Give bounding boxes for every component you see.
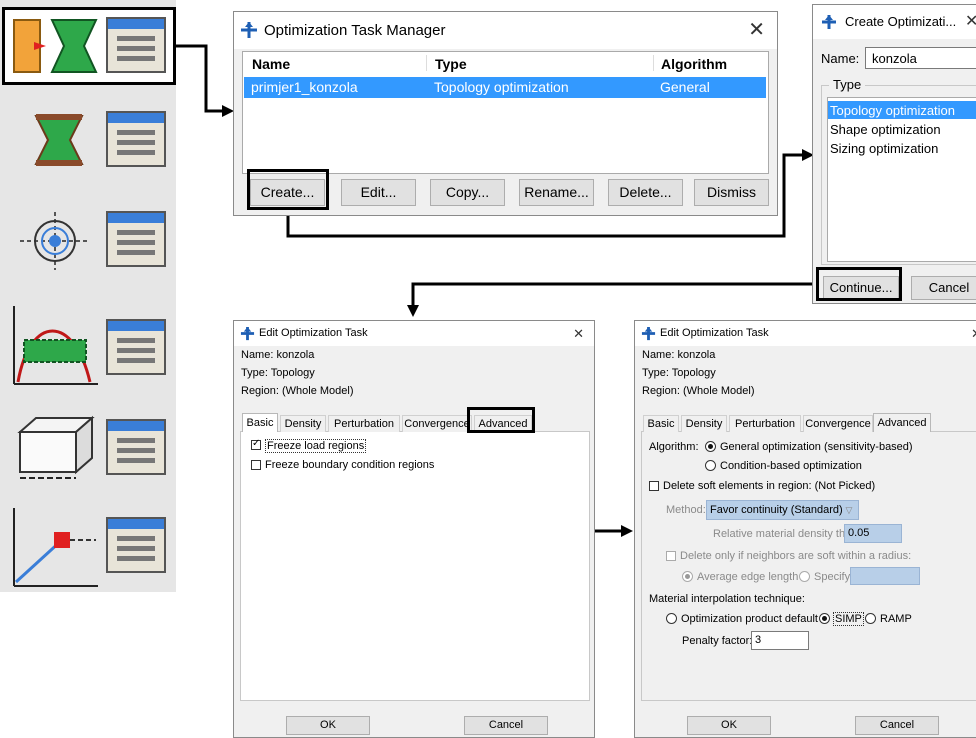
close-icon[interactable]: ✕: [965, 5, 976, 39]
delete-button[interactable]: Delete...: [608, 179, 683, 206]
name-label: Name:: [821, 51, 860, 66]
type-list: Topology optimization Shape optimization…: [827, 97, 976, 262]
row-algorithm: General: [660, 79, 710, 95]
method-label: Method:: [666, 504, 706, 516]
task-type: Type: Topology: [241, 367, 315, 379]
algo-general-label: General optimization (sensitivity-based): [720, 441, 913, 453]
interp-label: Material interpolation technique:: [649, 593, 805, 605]
app-icon: [240, 326, 255, 346]
task-table: Name Type Algorithm primjer1_konzola Top…: [242, 51, 769, 174]
window-title: Optimization Task Manager: [264, 22, 446, 39]
freeze-load-checkbox[interactable]: ✓: [251, 438, 261, 450]
row-type: Topology optimization: [434, 79, 569, 95]
task-region: Region: (Whole Model): [642, 385, 755, 397]
close-icon[interactable]: ✕: [971, 321, 976, 346]
avg-edge-radio[interactable]: [682, 571, 693, 582]
tab-density[interactable]: Density: [280, 415, 326, 432]
close-icon[interactable]: ✕: [573, 321, 584, 346]
list-item-sizing[interactable]: Sizing optimization: [828, 139, 976, 157]
tab-basic[interactable]: Basic: [643, 415, 679, 432]
specify-radio[interactable]: [799, 571, 810, 582]
row-name: primjer1_konzola: [251, 79, 358, 95]
task-region: Region: (Whole Model): [241, 385, 354, 397]
task-name: Name: konzola: [642, 349, 716, 361]
tab-basic[interactable]: Basic: [242, 413, 278, 432]
window-title: Edit Optimization Task: [660, 327, 769, 339]
specify-label: Specify:: [814, 571, 854, 583]
col-algorithm[interactable]: Algorithm: [661, 56, 727, 72]
avg-edge-label: Average edge length: [697, 571, 799, 583]
highlight-frame-create: [247, 169, 329, 210]
create-optimization-dialog: Create Optimizati... ✕ Name: konzola Typ…: [812, 4, 976, 304]
delete-soft-checkbox[interactable]: [649, 481, 659, 491]
tab-convergence[interactable]: Convergence: [803, 415, 873, 432]
edit-task-dialog-basic: Edit Optimization Task ✕ Name: konzola T…: [233, 320, 595, 738]
title-bar: Optimization Task Manager ✕: [234, 12, 777, 49]
freeze-boundary-checkbox[interactable]: [251, 460, 261, 470]
cancel-button[interactable]: Cancel: [855, 716, 939, 735]
edit-button[interactable]: Edit...: [341, 179, 416, 206]
ok-button[interactable]: OK: [687, 716, 771, 735]
interp-simp-label: SIMP: [833, 612, 864, 626]
chevron-down-icon: ▽: [845, 505, 853, 515]
highlight-frame-continue: [816, 267, 902, 301]
rename-button[interactable]: Rename...: [519, 179, 594, 206]
algo-general-radio[interactable]: [705, 441, 716, 452]
title-bar: Edit Optimization Task ✕: [635, 321, 976, 346]
cancel-button[interactable]: Cancel: [464, 716, 548, 735]
cancel-button[interactable]: Cancel: [911, 276, 976, 300]
dismiss-button[interactable]: Dismiss: [694, 179, 769, 206]
window-title: Edit Optimization Task: [259, 327, 368, 339]
interp-simp-radio[interactable]: [819, 613, 830, 624]
tab-panel: [240, 431, 590, 701]
interp-ramp-label: RAMP: [880, 613, 912, 625]
table-row[interactable]: primjer1_konzola Topology optimization G…: [244, 77, 766, 98]
algo-condition-radio[interactable]: [705, 460, 716, 471]
highlight-frame-advanced-tab: [467, 407, 535, 433]
tab-density[interactable]: Density: [681, 415, 727, 432]
delete-soft-label: Delete soft elements in region: (Not Pic…: [663, 480, 876, 492]
specify-input[interactable]: [850, 567, 920, 585]
interp-ramp-radio[interactable]: [865, 613, 876, 624]
interp-default-radio[interactable]: [666, 613, 677, 624]
app-icon: [240, 21, 258, 44]
close-icon[interactable]: ✕: [748, 12, 765, 49]
ok-button[interactable]: OK: [286, 716, 370, 735]
app-icon: [641, 326, 656, 346]
freeze-load-label: Freeze load regions: [265, 439, 367, 453]
penalty-label: Penalty factor:: [682, 635, 753, 647]
task-name: Name: konzola: [241, 349, 315, 361]
delete-neighbors-label: Delete only if neighbors are soft within…: [680, 550, 912, 562]
type-group-label: Type: [829, 77, 866, 92]
method-select[interactable]: Favor continuity (Standard) ▽: [706, 500, 859, 520]
algo-condition-label: Condition-based optimization: [720, 460, 862, 472]
col-name[interactable]: Name: [252, 56, 290, 72]
app-icon: [821, 14, 837, 35]
interp-default-label: Optimization product default: [681, 613, 818, 625]
col-type[interactable]: Type: [435, 56, 467, 72]
threshold-input[interactable]: 0.05: [844, 524, 902, 543]
list-item-topology[interactable]: Topology optimization: [828, 101, 976, 119]
list-item-shape[interactable]: Shape optimization: [828, 120, 976, 138]
edit-task-dialog-advanced: Edit Optimization Task ✕ Name: konzola T…: [634, 320, 976, 738]
tab-advanced[interactable]: Advanced: [873, 413, 931, 432]
penalty-input[interactable]: 3: [751, 631, 809, 650]
delete-neighbors-checkbox[interactable]: [666, 551, 676, 561]
table-header: Name Type Algorithm: [243, 52, 768, 74]
title-bar: Create Optimizati... ✕: [813, 5, 976, 39]
title-bar: Edit Optimization Task ✕: [234, 321, 594, 346]
task-type: Type: Topology: [642, 367, 716, 379]
name-input[interactable]: konzola: [865, 47, 976, 69]
tab-convergence[interactable]: Convergence: [402, 415, 472, 432]
freeze-boundary-label: Freeze boundary condition regions: [265, 459, 435, 471]
tab-perturbation[interactable]: Perturbation: [328, 415, 400, 432]
copy-button[interactable]: Copy...: [430, 179, 505, 206]
tab-perturbation[interactable]: Perturbation: [729, 415, 801, 432]
window-title: Create Optimizati...: [845, 14, 957, 29]
algorithm-label: Algorithm:: [649, 441, 699, 453]
